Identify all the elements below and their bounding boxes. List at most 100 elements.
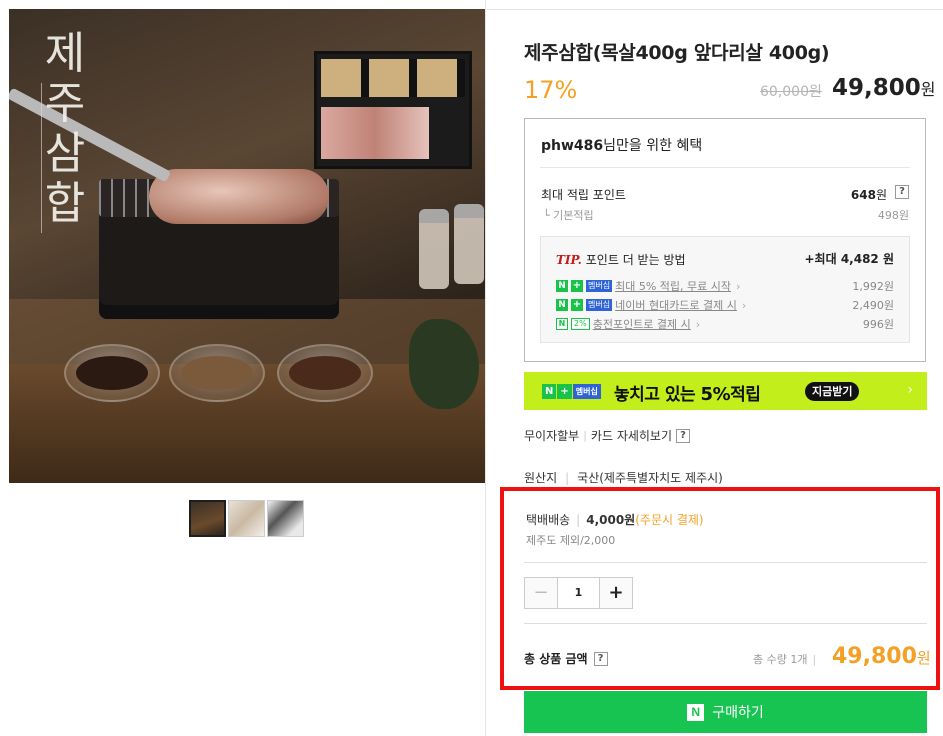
thumbnail-2[interactable] <box>228 500 265 537</box>
thumbnail-strip <box>189 500 304 537</box>
promo-badge: N + 멤버십 <box>542 384 601 399</box>
chevron-right-icon: › <box>736 279 741 293</box>
separator: | <box>583 429 587 442</box>
original-price: 60,000원 <box>760 84 822 100</box>
thumbnail-3[interactable] <box>267 500 304 537</box>
tip-row-text[interactable]: 충전포인트로 결제 시 <box>593 316 691 332</box>
separator: | <box>565 470 570 485</box>
divider <box>524 623 927 624</box>
base-points-label: └ 기본적립 <box>543 207 594 223</box>
points-help-icon[interactable]: ? <box>895 185 909 199</box>
promo-text: 놓치고 있는 5%적립 <box>614 380 761 405</box>
user-id: phw486 <box>541 138 604 154</box>
image-shaker <box>454 204 484 284</box>
benefit-header-suffix: 님만을 위한 혜택 <box>603 138 703 154</box>
quantity-minus-button[interactable]: − <box>525 578 558 608</box>
tip-row-amount: 996원 <box>862 318 894 331</box>
plus-icon: + <box>571 299 583 311</box>
corner-arrow-icon: └ <box>543 209 554 222</box>
separator: | <box>812 653 817 666</box>
tip-row-amount: 1,992원 <box>852 280 894 293</box>
product-main-image[interactable]: 제주삼합 <box>9 9 485 483</box>
shipping-info: 택배배송 | 4,000원(주문시 결제) <box>526 511 704 528</box>
tip-row-card[interactable]: N + 멤버십 네이버 현대카드로 결제 시 › <box>556 297 746 313</box>
total-price-currency: 원 <box>916 649 931 667</box>
origin-info: 원산지 | 국산(제주특별자치도 제주시) <box>524 469 723 486</box>
product-title: 제주삼합(목살400g 앞다리살 400g) <box>524 42 830 64</box>
total-price: 49,800원 <box>832 644 931 669</box>
buy-button-label: 구매하기 <box>712 704 764 720</box>
max-points-amount: 648 <box>850 188 876 202</box>
card-help-icon[interactable]: ? <box>676 428 691 443</box>
chevron-right-icon: › <box>907 382 913 398</box>
image-shaker <box>419 209 449 289</box>
membership-badge: 멤버십 <box>572 384 601 399</box>
origin-label: 원산지 <box>524 471 558 485</box>
plus-icon: + <box>571 280 583 292</box>
total-quantity: 총 수량 1개 | <box>753 651 821 667</box>
discount-rate: 17% <box>524 76 578 104</box>
quantity-plus-button[interactable]: + <box>599 578 632 608</box>
quantity-stepper: − 1 + <box>524 577 633 609</box>
base-points-text: 기본적립 <box>553 209 594 222</box>
tip-row-amount: 2,490원 <box>852 299 894 312</box>
image-pork <box>149 169 329 224</box>
image-box-snacks <box>321 59 465 97</box>
image-bowl <box>277 344 373 402</box>
thumbnail-1[interactable] <box>189 500 226 537</box>
sale-price-value: 49,800 <box>832 75 921 101</box>
promo-text-bold: 5% <box>700 384 731 405</box>
shipping-fee: 4,000원 <box>586 513 636 527</box>
quantity-input[interactable]: 1 <box>558 578 599 608</box>
separator: | <box>576 513 581 527</box>
tip-label-text: 포인트 더 받는 방법 <box>585 253 686 267</box>
sale-price-currency: 원 <box>920 80 936 99</box>
max-points-value: 648원 <box>851 186 887 203</box>
installment-link[interactable]: 무이자할부 <box>524 427 579 444</box>
buy-button[interactable]: N 구매하기 <box>524 691 927 733</box>
tip-row-text[interactable]: 최대 5% 적립, 무료 시작 <box>615 278 731 294</box>
tip-row-charge-points[interactable]: N 2% 충전포인트로 결제 시 › <box>556 316 700 332</box>
max-points-unit: 원 <box>875 188 887 202</box>
naver-n-icon: N <box>556 299 568 311</box>
base-points-value: 498원 <box>877 209 909 222</box>
total-label: 총 상품 금액 ? <box>524 650 608 667</box>
tip-row-membership[interactable]: N + 멤버십 최대 5% 적립, 무료 시작 › <box>556 278 740 294</box>
jeju-shipping-note: 제주도 제외/2,000 <box>526 534 616 547</box>
promo-text-prefix: 놓치고 있는 <box>614 385 701 405</box>
shipping-pay-note: (주문시 결제) <box>635 513 704 527</box>
total-price-value: 49,800 <box>832 644 917 669</box>
benefit-header: phw486님만을 위한 혜택 <box>541 135 702 155</box>
divider <box>524 562 927 563</box>
tip-box: TIP. 포인트 더 받는 방법 +최대 4,482 원 N + 멤버십 최대 5… <box>540 236 910 343</box>
total-help-icon[interactable]: ? <box>593 651 608 666</box>
shipping-type: 택배배송 <box>526 513 571 527</box>
image-bowl <box>169 344 265 402</box>
naver-n-icon: N <box>687 703 705 721</box>
naver-n-icon: N <box>556 280 568 292</box>
divider <box>540 167 910 168</box>
promo-cta-button[interactable]: 지금받기 <box>805 382 860 401</box>
percent-badge: 2% <box>571 318 590 330</box>
total-label-text: 총 상품 금액 <box>524 652 588 666</box>
naver-n-icon: N <box>556 318 568 330</box>
image-overlay-title: 제주삼합 <box>44 28 86 229</box>
naver-n-icon: N <box>542 384 557 399</box>
origin-value: 국산(제주특별자치도 제주시) <box>577 471 723 485</box>
membership-promo-banner[interactable]: N + 멤버십 놓치고 있는 5%적립 지금받기 › <box>524 372 927 410</box>
membership-badge: 멤버십 <box>586 280 613 292</box>
plus-icon: + <box>557 384 572 399</box>
tip-total-value: +최대 4,482 원 <box>804 252 895 266</box>
card-links: 무이자할부 | 카드 자세히보기 ? <box>524 427 691 444</box>
product-gallery: 제주삼합 <box>0 0 486 736</box>
promo-text-suffix: 적립 <box>730 385 761 405</box>
image-box-meat <box>321 107 429 159</box>
card-detail-link[interactable]: 카드 자세히보기 <box>591 427 672 444</box>
tip-label: TIP. 포인트 더 받는 방법 <box>556 251 686 268</box>
tip-row-text[interactable]: 네이버 현대카드로 결제 시 <box>615 297 737 313</box>
sale-price: 49,800원 <box>832 75 936 101</box>
image-bowl <box>64 344 160 402</box>
max-points-label: 최대 적립 포인트 <box>541 188 626 202</box>
chevron-right-icon: › <box>741 298 747 312</box>
membership-badge: 멤버십 <box>586 299 613 311</box>
